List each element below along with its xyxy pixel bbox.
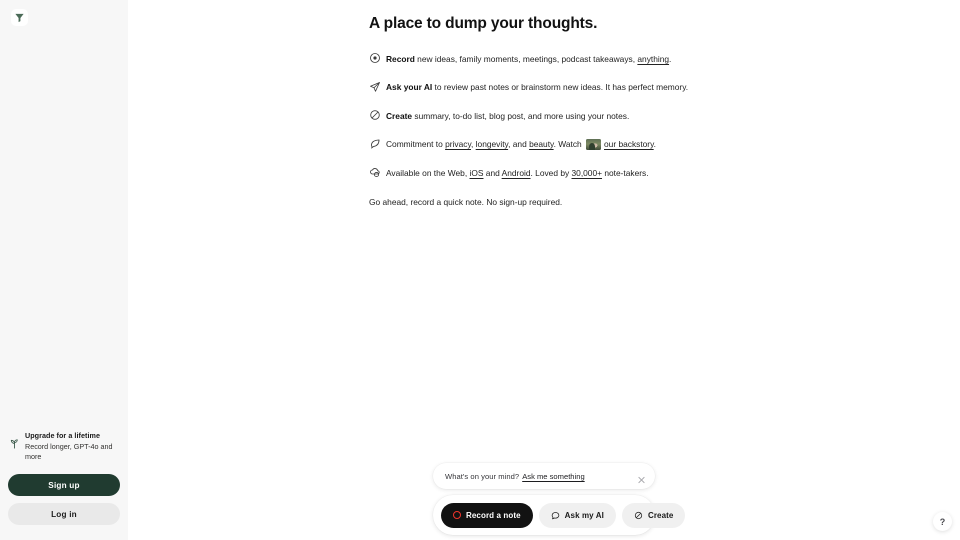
feature-text-availability: Available on the Web, iOS and Android. L…	[386, 166, 649, 179]
bottom-dock: What's on your mind? Ask me something Re…	[433, 463, 686, 535]
plant-leaf-logo-icon	[15, 13, 24, 23]
create-button[interactable]: Create	[621, 502, 686, 528]
sprout-icon	[9, 436, 20, 449]
feature-text-create: Create summary, to-do list, blog post, a…	[386, 109, 629, 122]
feature-body-create: summary, to-do list, blog post, and more…	[412, 110, 630, 121]
help-button[interactable]: ?	[933, 512, 952, 531]
feature-row-availability: Available on the Web, iOS and Android. L…	[369, 166, 929, 186]
devices-cloud-icon	[369, 166, 381, 178]
commitment-prefix: Commitment to	[386, 139, 446, 149]
backstory-video-thumbnail[interactable]	[586, 138, 602, 150]
sparkle-slash-icon	[634, 511, 643, 520]
app-logo[interactable]	[11, 9, 28, 26]
prompt-question: What's on your mind?	[445, 471, 520, 481]
ask-my-ai-label: Ask my AI	[564, 510, 604, 520]
feature-row-commitment: Commitment to privacy, longevity, and be…	[369, 138, 929, 158]
feature-lead-ask-ai: Ask your AI	[386, 82, 433, 92]
feature-text-ask-ai: Ask your AI to review past notes or brai…	[386, 81, 688, 94]
availability-suffix: note-takers.	[602, 167, 649, 178]
commitment-sep2: , and	[508, 139, 530, 149]
record-a-note-label: Record a note	[466, 510, 521, 520]
sparkle-slash-icon	[369, 109, 381, 121]
paper-plane-icon	[369, 81, 381, 93]
link-user-count[interactable]: 30,000+	[572, 168, 603, 178]
sign-up-button[interactable]: Sign up	[8, 474, 120, 496]
feature-list: Record new ideas, family moments, meetin…	[369, 52, 929, 186]
feature-lead-create: Create	[386, 110, 413, 121]
app-root: Upgrade for a lifetime Record longer, GP…	[0, 0, 960, 540]
link-privacy[interactable]: privacy	[445, 139, 471, 149]
commitment-suffix: .	[653, 139, 656, 149]
record-dot-icon	[453, 511, 461, 519]
main-content: A place to dump your thoughts. Record ne…	[369, 0, 929, 207]
shield-feather-icon	[369, 138, 381, 150]
feature-tail-record: .	[669, 53, 672, 64]
create-label: Create	[647, 510, 674, 520]
link-beauty[interactable]: beauty	[529, 139, 554, 149]
upgrade-card[interactable]: Upgrade for a lifetime Record longer, GP…	[0, 430, 128, 461]
feature-body-ask-ai: to review past notes or brainstorm new i…	[432, 82, 689, 92]
availability-prefix: Available on the Web,	[386, 167, 470, 178]
link-our-backstory[interactable]: our backstory	[604, 139, 654, 149]
feature-row-create: Create summary, to-do list, blog post, a…	[369, 109, 929, 129]
log-in-button[interactable]: Log in	[8, 503, 120, 525]
commitment-middle: . Watch	[553, 139, 585, 149]
page-title: A place to dump your thoughts.	[369, 15, 598, 32]
prompt-bar[interactable]: What's on your mind? Ask me something	[433, 463, 655, 489]
chat-bubble-icon	[551, 511, 560, 520]
feature-text-record: Record new ideas, family moments, meetin…	[386, 52, 671, 65]
record-a-note-button[interactable]: Record a note	[441, 502, 533, 528]
link-ios[interactable]: iOS	[470, 168, 484, 178]
feature-row-record: Record new ideas, family moments, meetin…	[369, 52, 929, 72]
record-circle-icon	[369, 52, 381, 64]
link-longevity[interactable]: longevity	[476, 139, 508, 149]
link-anything[interactable]: anything	[637, 54, 669, 64]
availability-sep: and	[483, 167, 502, 178]
link-android[interactable]: Android	[502, 168, 531, 178]
upgrade-subtitle: Record longer, GPT-4o and more	[25, 442, 113, 461]
feature-text-commitment: Commitment to privacy, longevity, and be…	[386, 138, 656, 151]
action-bar: Record a note Ask my AI Create	[433, 495, 686, 535]
feature-lead-record: Record	[386, 53, 415, 64]
closing-line: Go ahead, record a quick note. No sign-u…	[369, 197, 563, 207]
upgrade-title: Upgrade for a lifetime	[25, 431, 100, 440]
close-icon[interactable]	[637, 472, 646, 484]
feature-body-record: new ideas, family moments, meetings, pod…	[414, 53, 638, 64]
sidebar: Upgrade for a lifetime Record longer, GP…	[0, 0, 128, 540]
availability-middle: . Loved by	[530, 167, 572, 178]
prompt-cta-link[interactable]: Ask me something	[522, 472, 584, 481]
feature-row-ask-ai: Ask your AI to review past notes or brai…	[369, 81, 929, 101]
ask-my-ai-button[interactable]: Ask my AI	[538, 502, 616, 528]
